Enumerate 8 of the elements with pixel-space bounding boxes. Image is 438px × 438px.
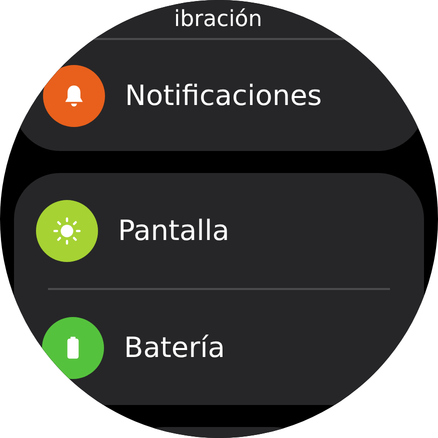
settings-item[interactable]: Batería — [14, 290, 424, 405]
item-label: ibración — [174, 7, 262, 32]
item-label: Notificaciones — [125, 79, 322, 112]
settings-item[interactable]: Pantalla — [14, 173, 424, 288]
item-label: Batería — [124, 331, 226, 364]
settings-item[interactable]: Notificaciones — [14, 40, 424, 151]
item-label: Pantalla — [118, 214, 230, 247]
settings-item[interactable]: ibración — [14, 0, 424, 38]
